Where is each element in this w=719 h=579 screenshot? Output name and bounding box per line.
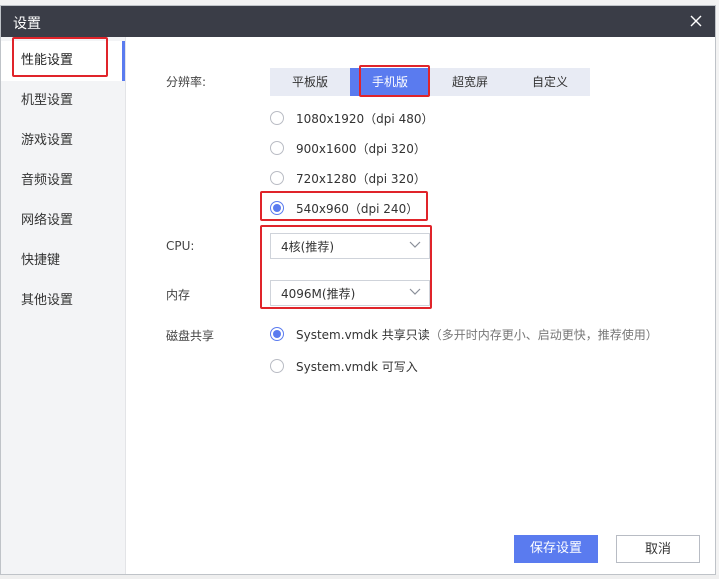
resolution-option-label: 1080x1920（dpi 480） [296, 111, 434, 126]
dialog-title: 设置 [13, 16, 41, 32]
sidebar-item-model[interactable]: 机型设置 [1, 81, 125, 121]
settings-sidebar: 性能设置 机型设置 游戏设置 音频设置 网络设置 快捷键 其他设置 [1, 37, 126, 574]
disk-option-writable[interactable]: System.vmdk 可写入 [270, 356, 418, 376]
resolution-option-label: 540x960（dpi 240） [296, 201, 419, 216]
cpu-select[interactable]: 4核(推荐) [270, 233, 430, 259]
resolution-option-label: 900x1600（dpi 320） [296, 141, 426, 156]
radio-button[interactable] [270, 141, 284, 155]
settings-dialog: 设置 性能设置 机型设置 游戏设置 音频设置 网络设置 快捷键 其他设置 分辨率… [0, 5, 716, 575]
resolution-mode-tabs: 平板版 手机版 超宽屏 自定义 [270, 68, 590, 96]
disk-option-readonly-note: （多开时内存更小、启动更快，推荐使用） [429, 327, 658, 342]
tab-tablet[interactable]: 平板版 [270, 68, 350, 96]
sidebar-item-performance[interactable]: 性能设置 [1, 41, 125, 81]
resolution-label: 分辨率: [166, 75, 207, 89]
radio-button-checked[interactable] [270, 327, 284, 341]
disk-option-readonly[interactable]: System.vmdk 共享只读 （多开时内存更小、启动更快，推荐使用） [270, 324, 658, 344]
disk-option-writable-label: System.vmdk 可写入 [296, 359, 418, 374]
sidebar-item-shortcuts[interactable]: 快捷键 [1, 241, 125, 281]
sidebar-item-network[interactable]: 网络设置 [1, 201, 125, 241]
memory-label: 内存 [166, 288, 191, 302]
disk-share-label: 磁盘共享 [166, 329, 215, 343]
save-settings-button[interactable]: 保存设置 [514, 535, 598, 563]
memory-select[interactable]: 4096M(推荐) [270, 280, 430, 306]
tab-ultrawide[interactable]: 超宽屏 [430, 68, 510, 96]
memory-select-value: 4096M(推荐) [281, 286, 356, 301]
background-window-edge-bottom [0, 575, 719, 579]
resolution-option-720[interactable]: 720x1280（dpi 320） [270, 168, 426, 188]
cpu-label: CPU: [166, 239, 195, 253]
resolution-option-900[interactable]: 900x1600（dpi 320） [270, 138, 426, 158]
radio-button-checked[interactable] [270, 201, 284, 215]
chevron-down-icon [409, 288, 421, 295]
close-icon[interactable] [685, 10, 707, 32]
resolution-option-540[interactable]: 540x960（dpi 240） [270, 198, 418, 218]
resolution-option-1080[interactable]: 1080x1920（dpi 480） [270, 108, 433, 128]
sidebar-item-other[interactable]: 其他设置 [1, 281, 125, 321]
sidebar-item-game[interactable]: 游戏设置 [1, 121, 125, 161]
radio-button[interactable] [270, 359, 284, 373]
cpu-select-value: 4核(推荐) [281, 239, 334, 254]
chevron-down-icon [409, 241, 421, 248]
disk-option-readonly-label: System.vmdk 共享只读 [296, 327, 430, 342]
tab-custom[interactable]: 自定义 [510, 68, 590, 96]
cancel-button[interactable]: 取消 [616, 535, 700, 563]
tab-phone[interactable]: 手机版 [350, 68, 430, 96]
dialog-titlebar: 设置 [1, 6, 715, 37]
sidebar-item-audio[interactable]: 音频设置 [1, 161, 125, 201]
radio-button[interactable] [270, 111, 284, 125]
resolution-option-label: 720x1280（dpi 320） [296, 171, 426, 186]
radio-button[interactable] [270, 171, 284, 185]
